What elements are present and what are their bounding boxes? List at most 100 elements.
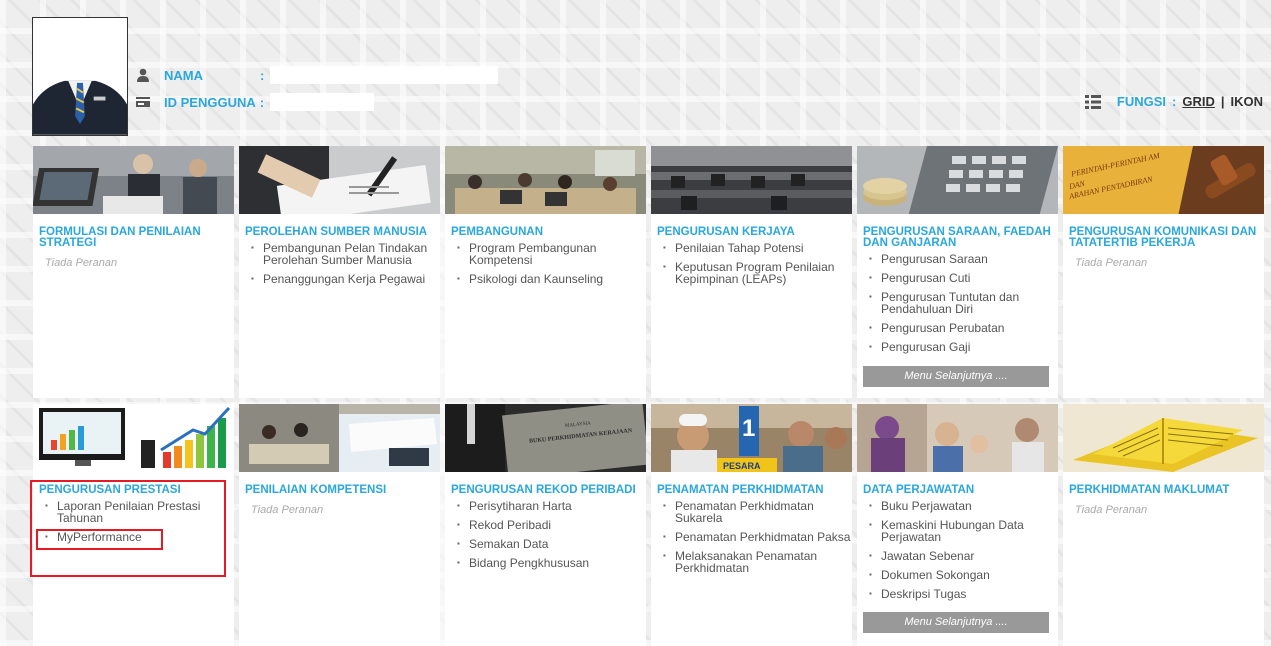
menu-item[interactable]: Bidang Pengkhususan bbox=[457, 557, 646, 569]
menu-item[interactable]: Dokumen Sokongan bbox=[869, 569, 1058, 581]
app-root: NAMA : ID PENGGUNA : FUNGSI : GRID | IKO… bbox=[0, 0, 1271, 646]
tile-title[interactable]: FORMULASI DAN PENILAIAN STRATEGI bbox=[33, 214, 234, 249]
tile-image bbox=[239, 404, 440, 472]
tile-kerjaya[interactable]: PENGURUSAN KERJAYA Penilaian Tahap Poten… bbox=[651, 146, 852, 398]
performance-charts-photo bbox=[33, 404, 234, 472]
signing-document-photo bbox=[239, 146, 440, 214]
user-id-row: ID PENGGUNA : bbox=[136, 93, 374, 111]
avatar bbox=[33, 18, 127, 135]
tile-perjawatan[interactable]: DATA PERJAWATAN Buku Perjawatan Kemaskin… bbox=[857, 404, 1058, 646]
fungsi-colon: : bbox=[1172, 94, 1177, 109]
icon-view-link[interactable]: IKON bbox=[1231, 94, 1264, 109]
grid-view-link[interactable]: GRID bbox=[1182, 94, 1215, 109]
calculator-coins-photo bbox=[857, 146, 1058, 214]
no-role-text: Tiada Peranan bbox=[1075, 504, 1148, 516]
menu-item[interactable]: Perisytiharan Harta bbox=[457, 500, 646, 512]
classroom-training-photo bbox=[445, 146, 646, 214]
menu-item[interactable]: Semakan Data bbox=[457, 538, 646, 550]
user-id-colon: : bbox=[259, 94, 265, 110]
tile-image bbox=[857, 146, 1058, 214]
tile-title[interactable]: PENGURUSAN KOMUNIKASI DAN TATATERTIB PEK… bbox=[1063, 214, 1264, 249]
gavel-documents-photo: PERINTAH-PERINTAH AM DAN ARAHAN PENTADBI… bbox=[1063, 146, 1264, 214]
name-colon: : bbox=[260, 67, 265, 83]
tile-title[interactable]: PENGURUSAN REKOD PERIBADI bbox=[445, 472, 646, 496]
tile-title[interactable]: PENILAIAN KOMPETENSI bbox=[239, 472, 440, 496]
family-photo bbox=[857, 404, 1058, 472]
tile-menu: Program Pembangunan Kompetensi Psikologi… bbox=[445, 238, 646, 285]
tile-title[interactable]: PENGURUSAN SARAAN, FAEDAH DAN GANJARAN bbox=[857, 214, 1058, 249]
tile-saraan[interactable]: PENGURUSAN SARAAN, FAEDAH DAN GANJARAN P… bbox=[857, 146, 1058, 398]
tile-penilaian-kompetensi[interactable]: PENILAIAN KOMPETENSI Tiada Peranan bbox=[239, 404, 440, 646]
menu-item[interactable]: Deskripsi Tugas bbox=[869, 588, 1058, 600]
more-menu-button[interactable]: Menu Selanjutnya .... bbox=[863, 366, 1049, 387]
pensioners-photo: 1 PESARA bbox=[651, 404, 852, 472]
menu-item[interactable]: Pengurusan Cuti bbox=[869, 272, 1058, 284]
tile-rekod-peribadi[interactable]: MALAYSIA BUKU PERKHIDMATAN KERAJAAN PENG… bbox=[445, 404, 646, 646]
no-role-text: Tiada Peranan bbox=[251, 504, 324, 516]
tile-penamatan[interactable]: 1 PESARA PENAMATAN PERKHIDMATAN Penamata… bbox=[651, 404, 852, 646]
tile-image bbox=[1063, 404, 1264, 472]
tile-image: PERINTAH-PERINTAH AM DAN ARAHAN PENTADBI… bbox=[1063, 146, 1264, 214]
office-workers-photo bbox=[651, 146, 852, 214]
yellow-book-photo bbox=[1063, 404, 1264, 472]
id-card-icon bbox=[136, 97, 150, 107]
name-label: NAMA bbox=[164, 67, 203, 83]
tile-menu: Perisytiharan Harta Rekod Peribadi Semak… bbox=[445, 496, 646, 569]
menu-item[interactable]: Psikologi dan Kaunseling bbox=[457, 273, 646, 285]
tile-title[interactable]: DATA PERJAWATAN bbox=[857, 472, 1058, 496]
name-row: NAMA : bbox=[136, 66, 498, 84]
tile-menu: Penamatan Perkhidmatan Sukarela Penamata… bbox=[651, 496, 852, 574]
no-role-text: Tiada Peranan bbox=[1075, 257, 1148, 269]
service-record-book-photo: MALAYSIA BUKU PERKHIDMATAN KERAJAAN bbox=[445, 404, 646, 472]
view-separator: | bbox=[1220, 94, 1225, 109]
menu-item[interactable]: Program Pembangunan Kompetensi bbox=[457, 242, 646, 266]
user-id-value bbox=[269, 93, 374, 111]
tile-menu: Buku Perjawatan Kemaskini Hubungan Data … bbox=[857, 496, 1058, 600]
menu-item[interactable]: Penamatan Perkhidmatan Paksa bbox=[663, 531, 852, 543]
more-menu-button[interactable]: Menu Selanjutnya .... bbox=[863, 612, 1049, 633]
fungsi-label: FUNGSI bbox=[1116, 94, 1167, 109]
highlight-box-myperformance bbox=[36, 529, 163, 550]
tile-formulasi[interactable]: FORMULASI DAN PENILAIAN STRATEGI Tiada P… bbox=[33, 146, 234, 398]
menu-item[interactable]: Pengurusan Perubatan bbox=[869, 322, 1058, 334]
tile-image bbox=[33, 404, 234, 472]
menu-item[interactable]: Pengurusan Gaji bbox=[869, 341, 1058, 353]
tile-title[interactable]: PEMBANGUNAN bbox=[445, 214, 646, 238]
menu-item[interactable]: Pengurusan Tuntutan dan Pendahuluan Diri bbox=[869, 291, 1058, 315]
tile-title[interactable]: PEROLEHAN SUMBER MANUSIA bbox=[239, 214, 440, 238]
user-id-label: ID PENGGUNA bbox=[164, 94, 256, 110]
no-role-text: Tiada Peranan bbox=[45, 257, 118, 269]
tile-image bbox=[651, 146, 852, 214]
menu-item[interactable]: Penilaian Tahap Potensi bbox=[663, 242, 852, 254]
user-icon bbox=[137, 68, 149, 82]
menu-item[interactable]: Pembangunan Pelan Tindakan Perolehan Sum… bbox=[251, 242, 440, 266]
view-switcher: FUNGSI : GRID | IKON bbox=[1084, 94, 1264, 109]
tile-image bbox=[239, 146, 440, 214]
tile-image: MALAYSIA BUKU PERKHIDMATAN KERAJAAN bbox=[445, 404, 646, 472]
interview-assessment-photo bbox=[239, 404, 440, 472]
tile-title[interactable]: PERKHIDMATAN MAKLUMAT bbox=[1063, 472, 1264, 496]
tile-komunikasi[interactable]: PERINTAH-PERINTAH AM DAN ARAHAN PENTADBI… bbox=[1063, 146, 1264, 398]
menu-item[interactable]: Kemaskini Hubungan Data Perjawatan bbox=[869, 519, 1058, 543]
name-value bbox=[270, 66, 498, 84]
menu-item[interactable]: Keputusan Program Penilaian Kepimpinan (… bbox=[663, 261, 852, 285]
menu-item[interactable]: Rekod Peribadi bbox=[457, 519, 646, 531]
menu-item[interactable]: Pengurusan Saraan bbox=[869, 253, 1058, 265]
menu-item[interactable]: Melaksanakan Penamatan Perkhidmatan bbox=[663, 550, 852, 574]
tile-image bbox=[445, 146, 646, 214]
tile-title[interactable]: PENAMATAN PERKHIDMATAN bbox=[651, 472, 852, 496]
menu-item[interactable]: Buku Perjawatan bbox=[869, 500, 1058, 512]
tile-perolehan[interactable]: PEROLEHAN SUMBER MANUSIA Pembangunan Pel… bbox=[239, 146, 440, 398]
menu-item[interactable]: Penamatan Perkhidmatan Sukarela bbox=[663, 500, 852, 524]
menu-item[interactable]: Jawatan Sebenar bbox=[869, 550, 1058, 562]
tile-menu: Pengurusan Saraan Pengurusan Cuti Pengur… bbox=[857, 249, 1058, 353]
tile-pembangunan[interactable]: PEMBANGUNAN Program Pembangunan Kompeten… bbox=[445, 146, 646, 398]
people-laptop-meeting-photo bbox=[33, 146, 234, 214]
tile-image bbox=[857, 404, 1058, 472]
tile-maklumat[interactable]: PERKHIDMATAN MAKLUMAT Tiada Peranan bbox=[1063, 404, 1264, 646]
tile-image bbox=[33, 146, 234, 214]
tile-menu: Pembangunan Pelan Tindakan Perolehan Sum… bbox=[239, 238, 440, 285]
menu-item[interactable]: Penanggungan Kerja Pegawai bbox=[251, 273, 440, 285]
profile-photo bbox=[32, 17, 128, 136]
tile-title[interactable]: PENGURUSAN KERJAYA bbox=[651, 214, 852, 238]
